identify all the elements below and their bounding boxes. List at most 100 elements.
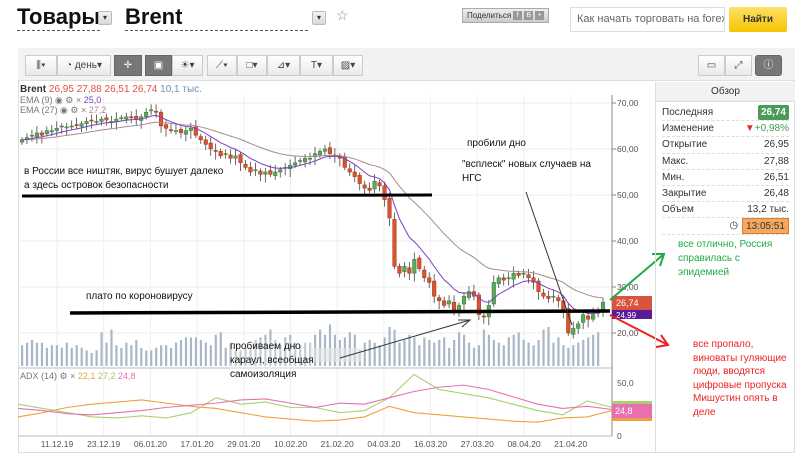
volume-bar [517,332,520,366]
eye-icon[interactable]: ◉ [60,105,68,115]
candle [442,300,447,306]
date-tick-label: 17.01.20 [181,439,214,449]
date-tick-label: 21.04.20 [554,439,587,449]
volume-bar [477,345,481,366]
candle [521,272,526,275]
volume-bar [418,345,421,366]
volume-bar [408,334,411,366]
candle [526,274,531,279]
candle [322,148,327,152]
candle [263,171,268,175]
candle [591,314,596,320]
candle [129,116,134,119]
volume-bar [557,337,560,366]
candle [298,160,303,162]
overview-row-change: Изменение ▼+0,98% [662,121,789,138]
candle [307,157,313,160]
volume-bar [110,329,113,366]
volume-bar [95,350,98,366]
gear-icon[interactable]: ⚙ [65,95,73,105]
annotation-line: караул, всеобщая [230,355,314,366]
close-icon[interactable]: × [81,105,86,115]
volume-bar [487,334,491,366]
candle [392,219,397,267]
volume-bar [100,332,103,366]
ema27-value: 27,2 [88,105,107,115]
volume-bar [90,353,93,366]
candle [377,182,382,187]
candle [233,155,238,159]
volume-bar [85,350,88,366]
candle [317,151,323,156]
volume-bar [403,340,406,366]
candle [407,267,412,274]
gear-icon[interactable]: ⚙ [70,105,78,115]
volume-bar [443,337,446,366]
volume-bar [25,342,29,366]
row-value: 26,51 [763,171,789,183]
overview-row-open: Открытие 26,95 [662,137,789,154]
annotation-line: эпидемией [678,267,730,278]
volume-bar [145,350,148,366]
volume-bar [597,332,600,366]
candle [541,292,546,297]
annotation-line: "всплеск" новых случаев на [462,159,591,170]
volume-bar [453,340,456,366]
candle [422,269,427,279]
candle [163,124,169,129]
annotation-line: цифровые пропуска [693,379,787,391]
candle [367,187,372,191]
candle [327,147,332,154]
volume-bar [373,342,376,366]
last-price-tag-label: 26,74 [616,298,639,308]
di-plus-tag [612,401,652,404]
volume-bar [388,327,391,366]
candle [571,328,576,335]
volume-bar [512,334,515,366]
adx-tick-label: 0 [617,431,622,441]
volume-bar [577,342,580,366]
volume-bar [45,347,49,366]
volume-bar [542,329,545,366]
volume-bar [507,337,510,366]
annotation-line: а здесь островок безопасности [24,180,169,191]
pointer-line [525,191,573,326]
volume-bar [502,345,505,366]
row-label: Объем [662,204,694,216]
candle [228,154,233,159]
overview-title: Обзор [656,82,795,102]
candle [581,314,586,323]
volume-bar [55,345,58,366]
candle [357,174,362,184]
volume-bar [378,345,381,366]
candle [551,295,556,298]
eye-icon[interactable]: ◉ [55,95,63,105]
volume-bar [160,345,163,366]
close-icon[interactable]: × [70,371,75,381]
candle [253,169,258,171]
adx-tick-label: 50,0 [617,378,634,388]
volume-bar [105,342,108,366]
volume-bar [592,334,595,366]
candle [168,129,174,131]
volume-bar [458,332,461,366]
volume-bar [482,329,486,366]
candle [173,130,178,132]
date-tick-label: 04.03.20 [367,439,400,449]
candle [372,180,377,190]
clock-icon: ◷ [729,220,739,232]
volume-bar [155,347,158,366]
gear-icon[interactable]: ⚙ [60,371,68,381]
volume-bar [448,347,451,366]
volume-bar [209,345,212,366]
volume-bar [30,340,34,366]
close-icon[interactable]: × [76,95,81,105]
volume-bar [130,345,133,366]
adx-tag-label: 24,8 [615,406,633,416]
plateau-line [69,309,611,315]
annotation-line: в России все ништяк, вирус бушует далеко [24,166,224,177]
time-value: 13:05:51 [742,218,789,234]
volume-bar [522,340,525,366]
candle [54,128,59,131]
row-value: +0,98% [754,123,789,135]
